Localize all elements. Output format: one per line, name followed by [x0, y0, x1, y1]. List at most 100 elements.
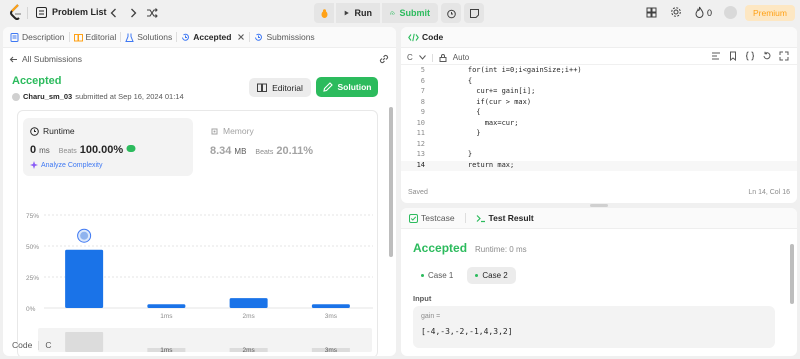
streak-count: 0 [707, 8, 713, 18]
code-line[interactable]: 10 max=cur; [401, 119, 797, 130]
code-line[interactable]: 14 return max; [401, 160, 797, 171]
line-number: 14 [416, 160, 425, 169]
layout-grid-icon[interactable] [645, 6, 657, 18]
solution-label: Solution [337, 82, 372, 92]
line-number: 10 [416, 118, 425, 127]
saved-status: Saved [408, 189, 428, 196]
range-bar [65, 332, 104, 352]
submission-panel: Description Editorial Solutions Accepted… [3, 27, 396, 356]
code-line[interactable]: 5 for(int i=0;i<gainSize;i++) [401, 66, 797, 77]
tab-solutions[interactable]: Solutions [125, 32, 172, 42]
case-label: Case 1 [428, 271, 454, 280]
tab-accepted[interactable]: Accepted [181, 32, 245, 42]
fire-icon[interactable] [694, 6, 704, 18]
chevron-left-icon[interactable] [107, 6, 121, 20]
code-line[interactable]: 9 { [401, 108, 797, 119]
note-icon [469, 8, 479, 18]
code-footer: Code C [12, 340, 51, 350]
divider [249, 32, 251, 42]
code-line[interactable]: 6 { [401, 77, 797, 88]
close-icon[interactable] [237, 33, 245, 41]
editor-status: Saved Ln 14, Col 16 [408, 189, 790, 196]
code-line[interactable]: 12 [401, 140, 797, 151]
chevron-down-icon [418, 55, 426, 60]
code-text: max=cur; [451, 118, 519, 127]
notes-button[interactable] [464, 3, 484, 23]
shuffle-icon[interactable] [145, 6, 159, 20]
bookmark-icon[interactable] [728, 51, 738, 62]
bug-icon [321, 8, 327, 18]
history-icon [255, 33, 263, 41]
pass-dot [475, 274, 479, 277]
case-2-tab[interactable]: Case 2 [467, 267, 516, 284]
tab-label: Submissions [266, 32, 315, 42]
tab-label: Solutions [137, 32, 173, 42]
reset-icon[interactable] [762, 51, 772, 61]
gear-icon[interactable] [670, 6, 682, 18]
list-icon[interactable] [36, 7, 47, 18]
code-line[interactable]: 13 } [401, 150, 797, 161]
alarm-icon [446, 9, 456, 18]
scrollbar[interactable] [389, 107, 393, 257]
back-to-submissions[interactable]: All Submissions [9, 54, 82, 64]
leetcode-logo[interactable] [9, 4, 23, 22]
divider [176, 32, 178, 42]
run-button[interactable]: Run [336, 3, 380, 23]
line-number: 13 [416, 150, 425, 158]
variable-value: [-4,-3,-2,-1,4,3,2] [421, 327, 513, 336]
problem-list-link[interactable]: Problem List [52, 7, 107, 17]
divider [68, 32, 70, 42]
y-tick-label: 50% [26, 244, 39, 251]
format-icon[interactable] [711, 51, 721, 61]
code-editor[interactable]: 5 for(int i=0;i<gainSize;i++) 6 {7 cur+= … [401, 66, 797, 181]
chevron-right-icon[interactable] [126, 6, 140, 20]
lock-icon [439, 53, 447, 62]
code-line[interactable]: 7 cur+= gain[i]; [401, 87, 797, 98]
avatar[interactable] [724, 6, 737, 19]
submitted-time: submitted at Sep 16, 2024 01:14 [75, 92, 184, 101]
code-text: { [451, 108, 481, 116]
tab-label: Test Result [488, 213, 534, 223]
line-number: 7 [420, 87, 425, 95]
divider [38, 340, 40, 350]
divider [464, 213, 466, 223]
tab-code[interactable]: Code [408, 32, 443, 42]
tab-editorial[interactable]: Editorial [73, 32, 117, 42]
case-1-tab[interactable]: Case 1 [413, 267, 461, 284]
code-text: if(cur > max) [451, 97, 532, 106]
debug-button[interactable] [314, 3, 334, 23]
timer-button[interactable] [441, 3, 461, 23]
submit-button[interactable]: Submit [382, 3, 438, 23]
tab-test-result[interactable]: Test Result [476, 213, 534, 223]
code-line[interactable]: 11 } [401, 129, 797, 140]
code-language: C [45, 340, 52, 350]
tab-label: Testcase [421, 213, 455, 223]
line-number: 6 [420, 76, 425, 85]
line-number: 12 [416, 139, 425, 148]
resize-handle[interactable] [590, 204, 608, 207]
tab-description[interactable]: Description [10, 32, 65, 42]
avatar [12, 92, 20, 101]
tab-label: Editorial [85, 32, 117, 42]
tab-testcase[interactable]: Testcase [409, 213, 455, 223]
solution-button[interactable]: Solution [316, 77, 378, 97]
code-icon [408, 33, 419, 41]
expand-icon[interactable] [779, 51, 789, 61]
braces-icon[interactable] [745, 51, 755, 61]
line-number: 5 [420, 66, 425, 74]
auto-label[interactable]: Auto [453, 53, 469, 62]
language-selector[interactable]: C Auto [407, 53, 469, 62]
code-line[interactable]: 8 if(cur > max) [401, 98, 797, 109]
variable-name: gain = [421, 313, 441, 320]
code-tab-bar: Code [401, 27, 797, 48]
cloud-upload-icon [390, 11, 395, 15]
cursor-position: Ln 14, Col 16 [748, 189, 790, 196]
link-icon[interactable] [378, 53, 390, 65]
tab-submissions[interactable]: Submissions [254, 32, 315, 42]
username[interactable]: Charu_sm_03 [23, 92, 72, 101]
scrollbar[interactable] [790, 244, 794, 304]
editorial-button[interactable]: Editorial [249, 78, 311, 97]
x-tick-label: 2ms [242, 313, 255, 320]
premium-button[interactable]: Premium [745, 5, 795, 21]
result-header: Accepted Runtime: 0 ms [413, 241, 527, 255]
